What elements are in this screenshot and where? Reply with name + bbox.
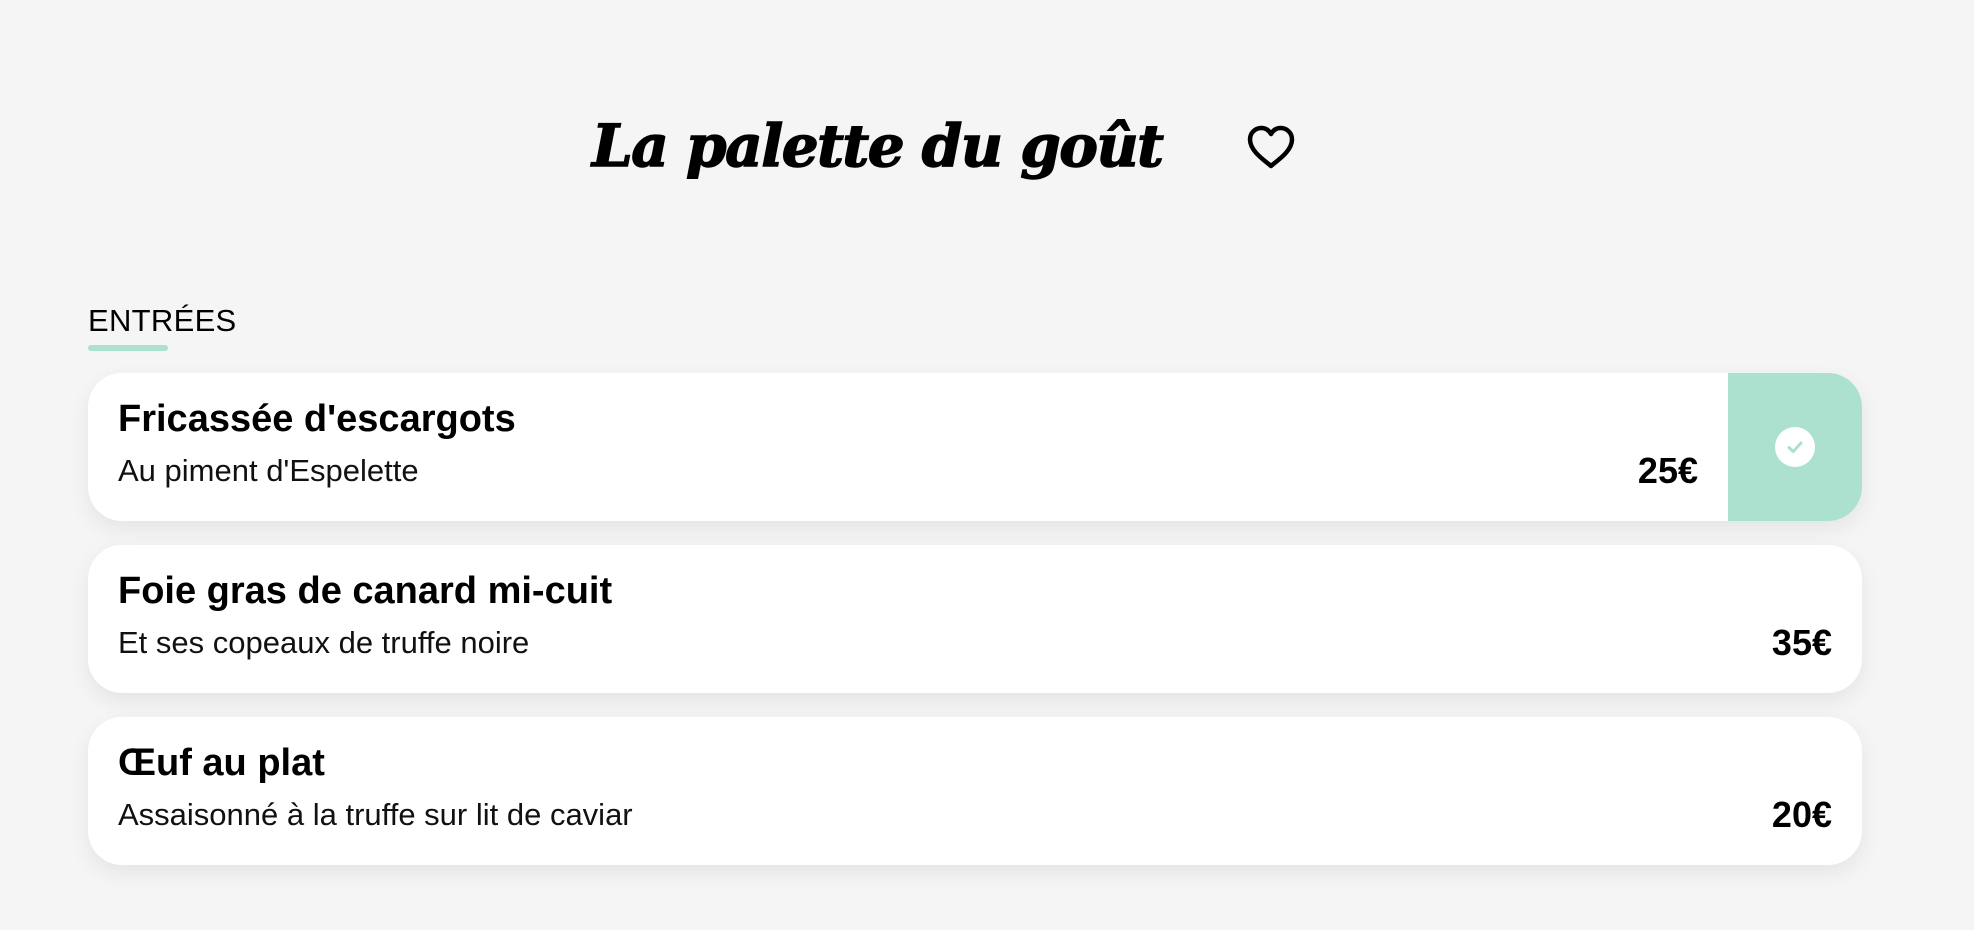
heart-icon [1247, 125, 1295, 169]
menu-item-card[interactable]: Œuf au plat Assaisonné à la truffe sur l… [88, 717, 1862, 865]
check-circle-icon [1775, 427, 1815, 467]
menu-list: Fricassée d'escargots Au piment d'Espele… [88, 373, 1862, 865]
section-underline [88, 345, 168, 351]
header: La palette du goût [0, 100, 1974, 190]
dish-name: Fricassée d'escargots [118, 398, 516, 440]
dish-price: 20€ [1771, 794, 1832, 835]
dish-name: Œuf au plat [118, 742, 325, 784]
favorite-button[interactable] [1242, 119, 1300, 175]
section-title: ENTRÉES [88, 303, 237, 338]
dish-price: 25€ [1637, 450, 1698, 491]
menu-section-entrees: ENTRÉES Fricassée d'escargots Au piment … [88, 298, 1862, 889]
menu-item-card[interactable]: Foie gras de canard mi-cuit Et ses copea… [88, 545, 1862, 693]
dish-description: Assaisonné à la truffe sur lit de caviar [118, 797, 633, 832]
checkmark-icon [1787, 441, 1803, 453]
dish-description: Au piment d'Espelette [118, 453, 419, 488]
dish-name: Foie gras de canard mi-cuit [118, 570, 613, 612]
dish-price: 35€ [1771, 622, 1832, 663]
selected-marker[interactable] [1728, 373, 1862, 521]
menu-item-card[interactable]: Fricassée d'escargots Au piment d'Espele… [88, 373, 1862, 521]
restaurant-title: La palette du goût [591, 112, 1164, 180]
dish-description: Et ses copeaux de truffe noire [118, 625, 530, 660]
